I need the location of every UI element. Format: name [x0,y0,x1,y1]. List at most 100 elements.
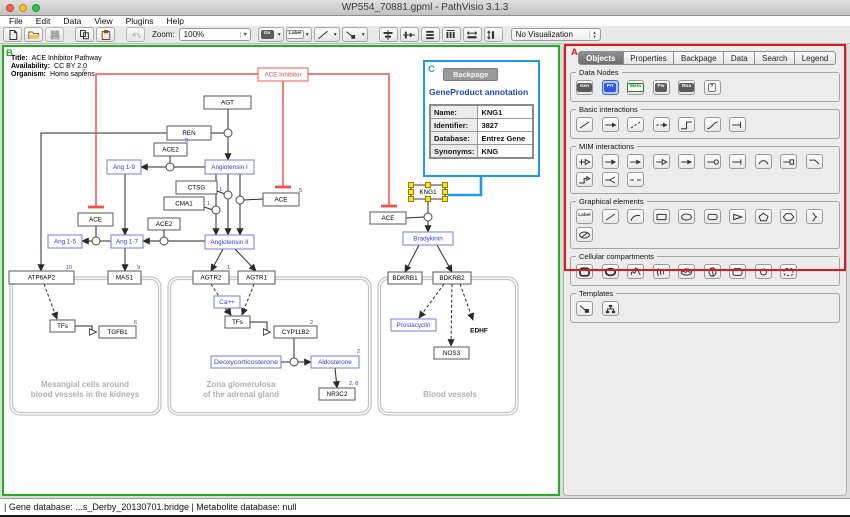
menu-view[interactable]: View [94,16,112,26]
label-element-button[interactable]: Label [576,209,593,224]
paste-button[interactable] [96,27,115,42]
node-ca-[interactable]: Ca++ [214,296,240,308]
zoom-select[interactable]: 100%▼ [179,28,251,41]
node-ace[interactable]: ACE [263,193,299,206]
nucleus-button[interactable] [602,264,619,279]
node-tgfb1[interactable]: TGFB1 [99,326,136,338]
node-ang-1-5[interactable]: Ang 1-5 [48,235,82,248]
rna-datanode-button[interactable]: Rna [678,80,695,95]
node-cma1[interactable]: CMA1 [164,197,204,210]
connector-tool-dropdown[interactable]: ▼ [360,27,368,42]
mim-transcription-translation-button[interactable] [576,172,593,187]
node-aldosterone[interactable]: Aldosterone [311,356,359,368]
mim-branching-right-button[interactable] [602,172,619,187]
tbar-button[interactable] [729,117,746,132]
gene-datanode-button[interactable]: Gen [576,80,593,95]
pathway-datanode-button[interactable]: Pw [653,80,670,95]
node-bdkrb2[interactable]: BDKRB2 [433,272,471,284]
node-nos3[interactable]: NOS3 [434,347,469,359]
new-pathway-button[interactable] [3,27,22,42]
unknown-datanode-button[interactable]: ? [704,80,721,95]
mim-binding-button[interactable] [602,154,619,169]
label-tool-button[interactable]: Label [286,27,305,42]
node-agtr2[interactable]: AGTR2 [193,271,229,284]
stack-horizontal-button[interactable] [442,27,461,42]
tab-legend[interactable]: Legend [795,51,836,65]
graphic-line-button[interactable] [602,209,619,224]
menu-plugins[interactable]: Plugins [126,16,154,26]
node-ace-inhibitor[interactable]: ACE Inhibitor [258,68,308,81]
datanode-tool-dropdown[interactable]: ▼ [276,27,284,42]
directed-line-button[interactable] [602,117,619,132]
menu-data[interactable]: Data [63,16,81,26]
line-tool-button[interactable] [314,27,333,42]
close-button[interactable] [6,4,14,12]
dashed-line-button[interactable] [627,117,644,132]
vesicle-button[interactable] [755,264,772,279]
node-ren[interactable]: REN [167,126,211,140]
mim-branching-left-button[interactable] [806,154,823,169]
mim-conversion-button[interactable] [627,154,644,169]
node-prostacyclin[interactable]: Prostacyclin [391,319,436,331]
selection-handle[interactable] [426,197,431,202]
tab-objects[interactable]: Objects [578,51,624,65]
selection-handle[interactable] [409,190,414,195]
selection-handle[interactable] [443,183,448,188]
compartment[interactable]: Blood vessels [378,277,518,415]
common-height-button[interactable] [484,27,503,42]
compartment[interactable]: Mesangial cells aroundblood vessels in t… [10,277,161,415]
mim-modification-button[interactable] [678,154,695,169]
node-kng1[interactable]: KNG1 [409,183,448,202]
open-pathway-button[interactable] [24,27,43,42]
node-atp6ap2[interactable]: ATP6AP2 [9,271,74,284]
connector-tool-button[interactable] [342,27,361,42]
node-agt[interactable]: AGT [204,96,251,109]
node-ace2[interactable]: ACE2 [148,218,180,230]
cell-compartment-button[interactable] [576,264,593,279]
pentagon-button[interactable] [755,209,772,224]
node-ace2[interactable]: ACE2 [154,143,187,156]
node-tfs[interactable]: TFs [225,316,250,328]
protein-datanode-button[interactable]: Prt [602,80,619,95]
node-ang-1-9[interactable]: Ang 1-9 [107,160,141,174]
backpage-tab[interactable]: Backpage [443,68,498,81]
node-cyp11b2[interactable]: CYP11B2 [274,326,317,338]
oval-button[interactable] [678,209,695,224]
node-bdkrb1[interactable]: BDKRB1 [388,272,422,284]
golgi-apparatus-button[interactable] [653,264,670,279]
common-width-button[interactable] [463,27,482,42]
datanode-tool-button[interactable]: Gn [258,27,277,42]
metabolite-datanode-button[interactable]: Meta [627,80,644,95]
sarcoplasmic-reticulum-button[interactable] [704,264,721,279]
line-tool-dropdown[interactable]: ▼ [332,27,340,42]
rounded-rectangle-button[interactable] [704,209,721,224]
mim-stimulation-button[interactable] [653,154,670,169]
selection-handle[interactable] [409,197,414,202]
tab-backpage[interactable]: Backpage [674,51,724,65]
curved-connector-button[interactable] [704,117,721,132]
node-edhf[interactable]: EDHF [470,328,488,335]
triangle-button[interactable] [729,209,746,224]
node-mas1[interactable]: MAS1 [108,271,141,284]
minimize-button[interactable] [19,4,27,12]
crossed-oval-button[interactable] [576,227,593,242]
mim-cleavage-button[interactable] [755,154,772,169]
selection-handle[interactable] [426,183,431,188]
organelle-button[interactable] [729,264,746,279]
hexagon-button[interactable] [780,209,797,224]
copy-button[interactable] [75,27,94,42]
menu-help[interactable]: Help [167,16,184,26]
node-angiotensin-i[interactable]: Angiotensin I [205,160,254,174]
mim-catalysis-button[interactable] [704,154,721,169]
tab-properties[interactable]: Properties [624,51,675,65]
node-ace[interactable]: ACE [370,212,406,224]
mim-covalent-bond-button[interactable] [780,154,797,169]
node-ang-1-7[interactable]: Ang 1-7 [111,235,143,248]
zoom-window-button[interactable] [32,4,40,12]
node-ctsg[interactable]: CTSG [176,181,217,194]
selection-handle[interactable] [409,183,414,188]
elbow-connector-button[interactable] [678,117,695,132]
mim-gap-button[interactable] [627,172,644,187]
menu-edit[interactable]: Edit [36,16,51,26]
stack-vertical-button[interactable] [421,27,440,42]
